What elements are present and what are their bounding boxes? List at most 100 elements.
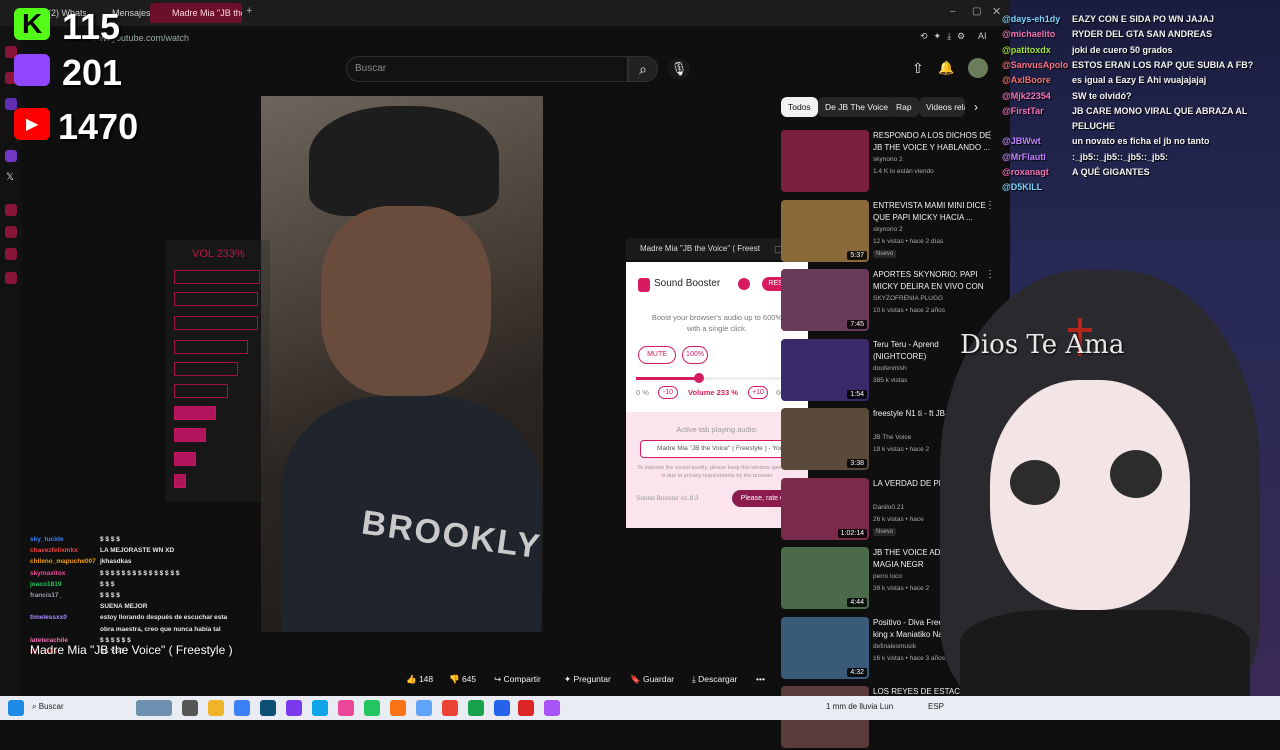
left-chat-username: joaco1819	[30, 580, 62, 588]
video-thumbnail[interactable]: 1:02:14	[781, 477, 869, 540]
weather-widget[interactable]: 1 mm de lluvia Lun	[826, 702, 893, 711]
recommendation-item[interactable]: 7:45 APORTES SKYNORIO: PAPI MICKY DELIRA …	[781, 269, 1009, 333]
gear-icon[interactable]	[738, 278, 750, 290]
windows-start-icon[interactable]	[8, 700, 24, 716]
volume-bar	[174, 340, 248, 354]
chat-username: @michaelito	[1002, 29, 1056, 40]
twitch-icon[interactable]	[5, 150, 17, 162]
more-options-icon[interactable]: •••	[756, 668, 765, 690]
maximize-icon[interactable]: ▢	[972, 6, 981, 17]
sidebar-app-icon[interactable]	[5, 248, 17, 260]
more-icon[interactable]: ⋮	[985, 200, 995, 211]
chat-message: joki de cuero 50 grados	[1072, 44, 1173, 55]
opera-icon[interactable]	[518, 700, 534, 716]
chat-username: @roxanagt	[1002, 167, 1049, 177]
firefox-icon[interactable]	[390, 700, 406, 716]
video-thumbnail[interactable]	[781, 130, 869, 192]
volume-bar	[174, 406, 216, 420]
like-button[interactable]: 👍 148	[406, 668, 433, 690]
recommendation-item[interactable]: RESPONDO A LOS DICHOS DE JB THE VOICE Y …	[781, 130, 1009, 194]
sidebar-app-icon[interactable]	[5, 98, 17, 110]
search-placeholder: Buscar	[355, 63, 387, 74]
active-tab-item[interactable]: Madre Mia "JB the Voice" ( Freestyle ) -…	[640, 440, 794, 458]
volume-label: VOL 233%	[192, 248, 245, 260]
chip-all[interactable]: Todos	[781, 97, 818, 117]
close-icon[interactable]: ✕	[992, 5, 1001, 18]
chevron-right-icon[interactable]: ›	[974, 100, 978, 114]
volume-slider-thumb[interactable]	[693, 373, 704, 383]
recommendation-item[interactable]: 5:37 ENTREVISTA MAMI MINI DICE QUE PAPI M…	[781, 199, 1009, 264]
video-thumbnail[interactable]: 4:44	[781, 547, 869, 609]
more-icon[interactable]: ⋮	[985, 130, 995, 141]
avatar[interactable]	[968, 58, 988, 78]
dislike-button[interactable]: 👎 645	[449, 668, 476, 690]
taskbar-search[interactable]: ⌕ Buscar	[32, 702, 64, 712]
recommendation-meta: 385 k vistas	[873, 376, 908, 384]
ask-button[interactable]: ✦ Preguntar	[564, 668, 611, 690]
bell-icon[interactable]: 🔔	[938, 60, 954, 76]
chip-channel[interactable]: De JB The Voice	[818, 97, 896, 117]
microphone-icon[interactable]: 🎙	[668, 58, 690, 80]
more-icon[interactable]: ⋮	[985, 269, 995, 280]
mute-button[interactable]: MUTE	[638, 346, 676, 364]
app-icon[interactable]	[544, 700, 560, 716]
ai-icon[interactable]: AI	[978, 31, 987, 41]
vscode-icon[interactable]	[260, 700, 276, 716]
chip-rap[interactable]: Rap	[889, 97, 919, 117]
search-icon[interactable]: ⌕	[628, 56, 658, 82]
app-icon[interactable]	[234, 700, 250, 716]
sidebar-app-icon[interactable]	[5, 204, 17, 216]
video-thumbnail[interactable]: 4:32	[781, 616, 869, 679]
booster-description: Boost your browser's audio up to 600% wi…	[651, 313, 783, 333]
edge-icon[interactable]	[312, 700, 328, 716]
app-icon[interactable]	[286, 700, 302, 716]
search-input[interactable]: Buscar	[346, 56, 628, 82]
recommendation-meta: 16 k vistas • hace 3 años	[873, 654, 946, 662]
mute-label: MUTE	[647, 351, 667, 358]
recommendation-meta: 19 k vistas • hace 2	[873, 446, 930, 453]
preset-100-button[interactable]: 100%	[682, 346, 708, 364]
chip-label: Rap	[896, 102, 912, 112]
volume-bar	[174, 474, 186, 488]
chat-message: :_jb5::_jb5::_jb5::_jb5:	[1072, 151, 1169, 162]
volume-bar	[174, 316, 258, 330]
recommendation-channel: perro loco	[873, 573, 902, 580]
upload-icon[interactable]: ⇧	[912, 60, 924, 77]
ask-label: Preguntar	[573, 674, 611, 684]
plus-10-button[interactable]: +10	[748, 386, 768, 399]
language-indicator[interactable]: ESP	[928, 702, 944, 711]
address-bar[interactable]: www.youtube.com/watch	[40, 28, 740, 48]
chip-related[interactable]: Videos rela	[919, 97, 965, 117]
video-thumbnail[interactable]: 5:37	[781, 199, 869, 262]
share-button[interactable]: ↪ Compartir	[494, 668, 541, 690]
chat-message: JB CARE MONO VIRAL QUE ABRAZA AL	[1072, 105, 1248, 116]
save-button[interactable]: 🔖 Guardar	[630, 668, 674, 690]
file-explorer-icon[interactable]	[208, 700, 224, 716]
duration-badge: 1:02:14	[837, 528, 867, 538]
new-badge: Nuevo	[873, 249, 897, 258]
app-icon[interactable]	[468, 700, 484, 716]
tab-active-video[interactable]: Madre Mia "JB the Voice"	[150, 3, 242, 23]
task-view-icon[interactable]	[182, 700, 198, 716]
new-tab-button[interactable]: +	[246, 5, 252, 17]
video-thumbnail[interactable]: 1:54	[781, 338, 869, 401]
left-chat-message: $ $ $ $	[100, 592, 120, 599]
chrome-icon[interactable]	[442, 700, 458, 716]
minimize-icon[interactable]: –	[950, 6, 956, 17]
video-thumbnail[interactable]: 3:38	[781, 408, 869, 470]
sidebar-app-icon[interactable]	[5, 226, 17, 238]
app-icon[interactable]	[494, 700, 510, 716]
settings-icon[interactable]	[5, 272, 17, 284]
minus-10-button[interactable]: -10	[658, 386, 678, 399]
duration-badge: 5:37	[847, 250, 867, 260]
video-thumbnail[interactable]: 7:45	[781, 269, 869, 331]
app-icon[interactable]	[416, 700, 432, 716]
x-icon[interactable]: 𝕏	[6, 172, 14, 183]
app-icon[interactable]	[338, 700, 354, 716]
app-icon[interactable]	[364, 700, 380, 716]
taskbar-widget-icon[interactable]	[136, 700, 172, 716]
browser-toolbar-icons[interactable]: ⟲✦⤓⚙	[920, 31, 971, 42]
download-button[interactable]: ⤓ Descargar	[692, 668, 737, 690]
video-player[interactable]: BROOKLY	[261, 96, 543, 632]
chat-message: RYDER DEL GTA SAN ANDREAS	[1072, 29, 1213, 40]
